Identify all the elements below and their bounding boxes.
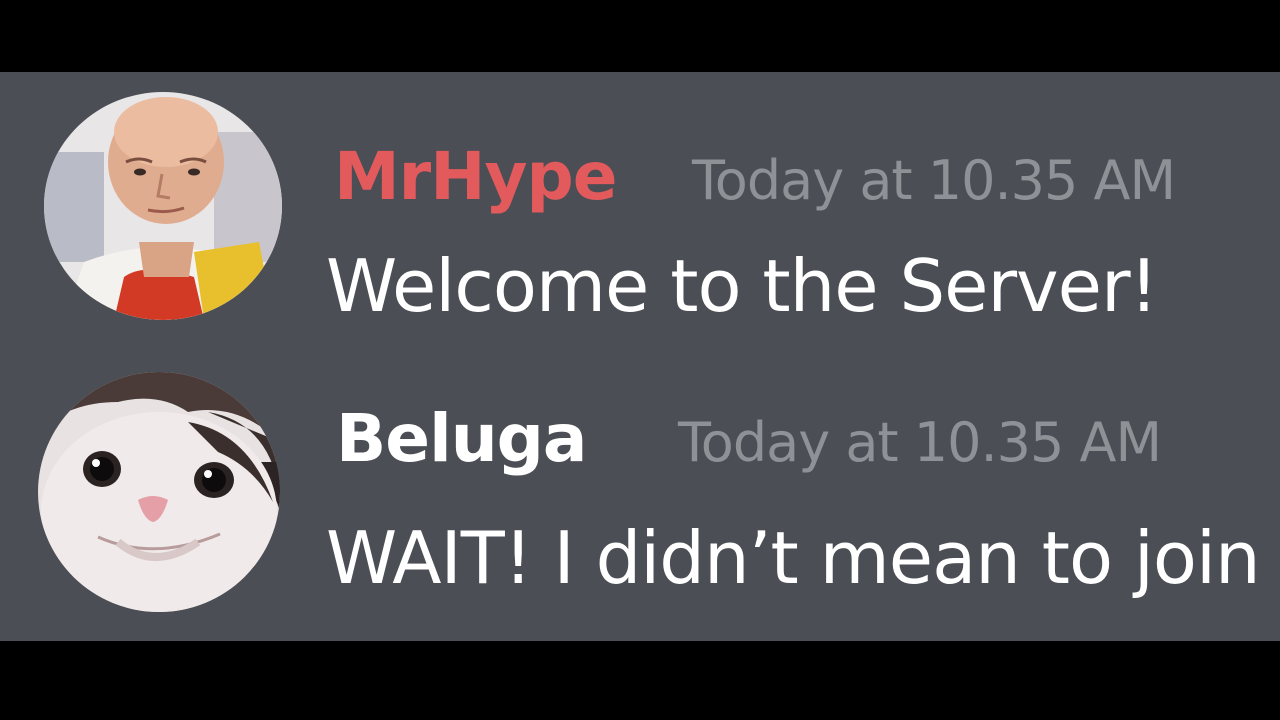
message-text: Welcome to the Server! [326,244,1158,328]
message-timestamp: Today at 10.35 AM [678,411,1162,474]
message-text: WAIT! I didn’t mean to join [326,516,1261,600]
message-timestamp: Today at 10.35 AM [692,149,1176,212]
cat-avatar-icon [38,372,280,612]
bald-man-avatar-icon [44,92,282,320]
user-avatar[interactable] [44,92,282,320]
chat-message: Beluga Today at 10.35 AM WAIT! I didn’t … [0,372,1280,617]
chat-message: MrHype Today at 10.35 AM Welcome to the … [0,90,1280,322]
chat-panel: MrHype Today at 10.35 AM Welcome to the … [0,72,1280,641]
user-avatar[interactable] [38,372,280,612]
username[interactable]: MrHype [334,144,617,210]
username[interactable]: Beluga [336,406,587,472]
